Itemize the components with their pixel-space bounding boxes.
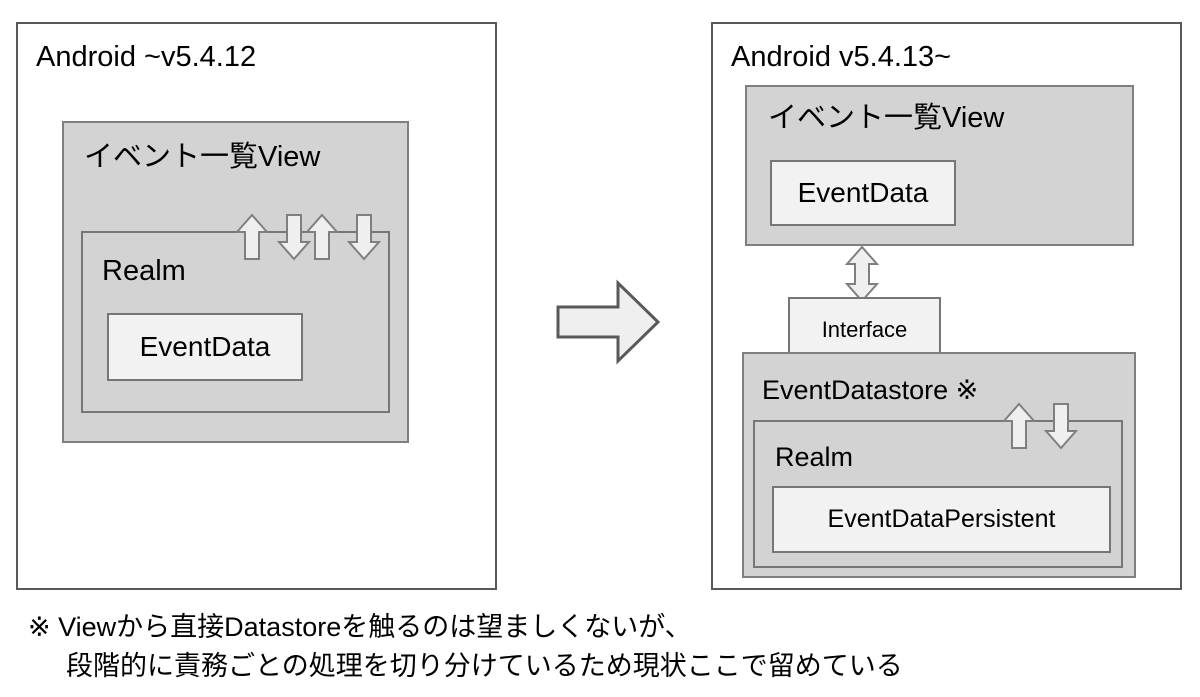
event-datastore-box-label: EventDatastore ※ [762,375,979,405]
left-realm-box-label: Realm [102,255,186,287]
event-data-persistent-box-label: EventDataPersistent [827,505,1056,533]
right-realm-sync-arrows [1001,402,1079,450]
diagram-canvas: Android ~v5.4.12 イベント一覧View Realm EventD… [0,0,1200,697]
left-realm-sync-arrows [234,213,382,261]
footnote: ※ Viewから直接Datastoreを触るのは望ましくないが、 段階的に責務ご… [28,608,1178,686]
right-realm-box-label: Realm [775,442,854,472]
view-interface-double-arrow [844,245,880,303]
left-view-box-label: イベント一覧View [84,141,321,173]
left-event-data-box-label: EventData [139,331,271,362]
footnote-line-1: ※ Viewから直接Datastoreを触るのは望ましくないが、 [28,612,692,642]
right-panel-title: Android v5.4.13~ [731,41,952,73]
right-event-data-box-label: EventData [797,177,929,208]
footnote-line-2: 段階的に責務ごとの処理を切り分けているため現状ここで留めている [66,651,903,682]
transition-right-arrow [556,279,661,365]
right-view-box-label: イベント一覧View [768,102,1005,134]
left-panel-title: Android ~v5.4.12 [36,41,257,73]
